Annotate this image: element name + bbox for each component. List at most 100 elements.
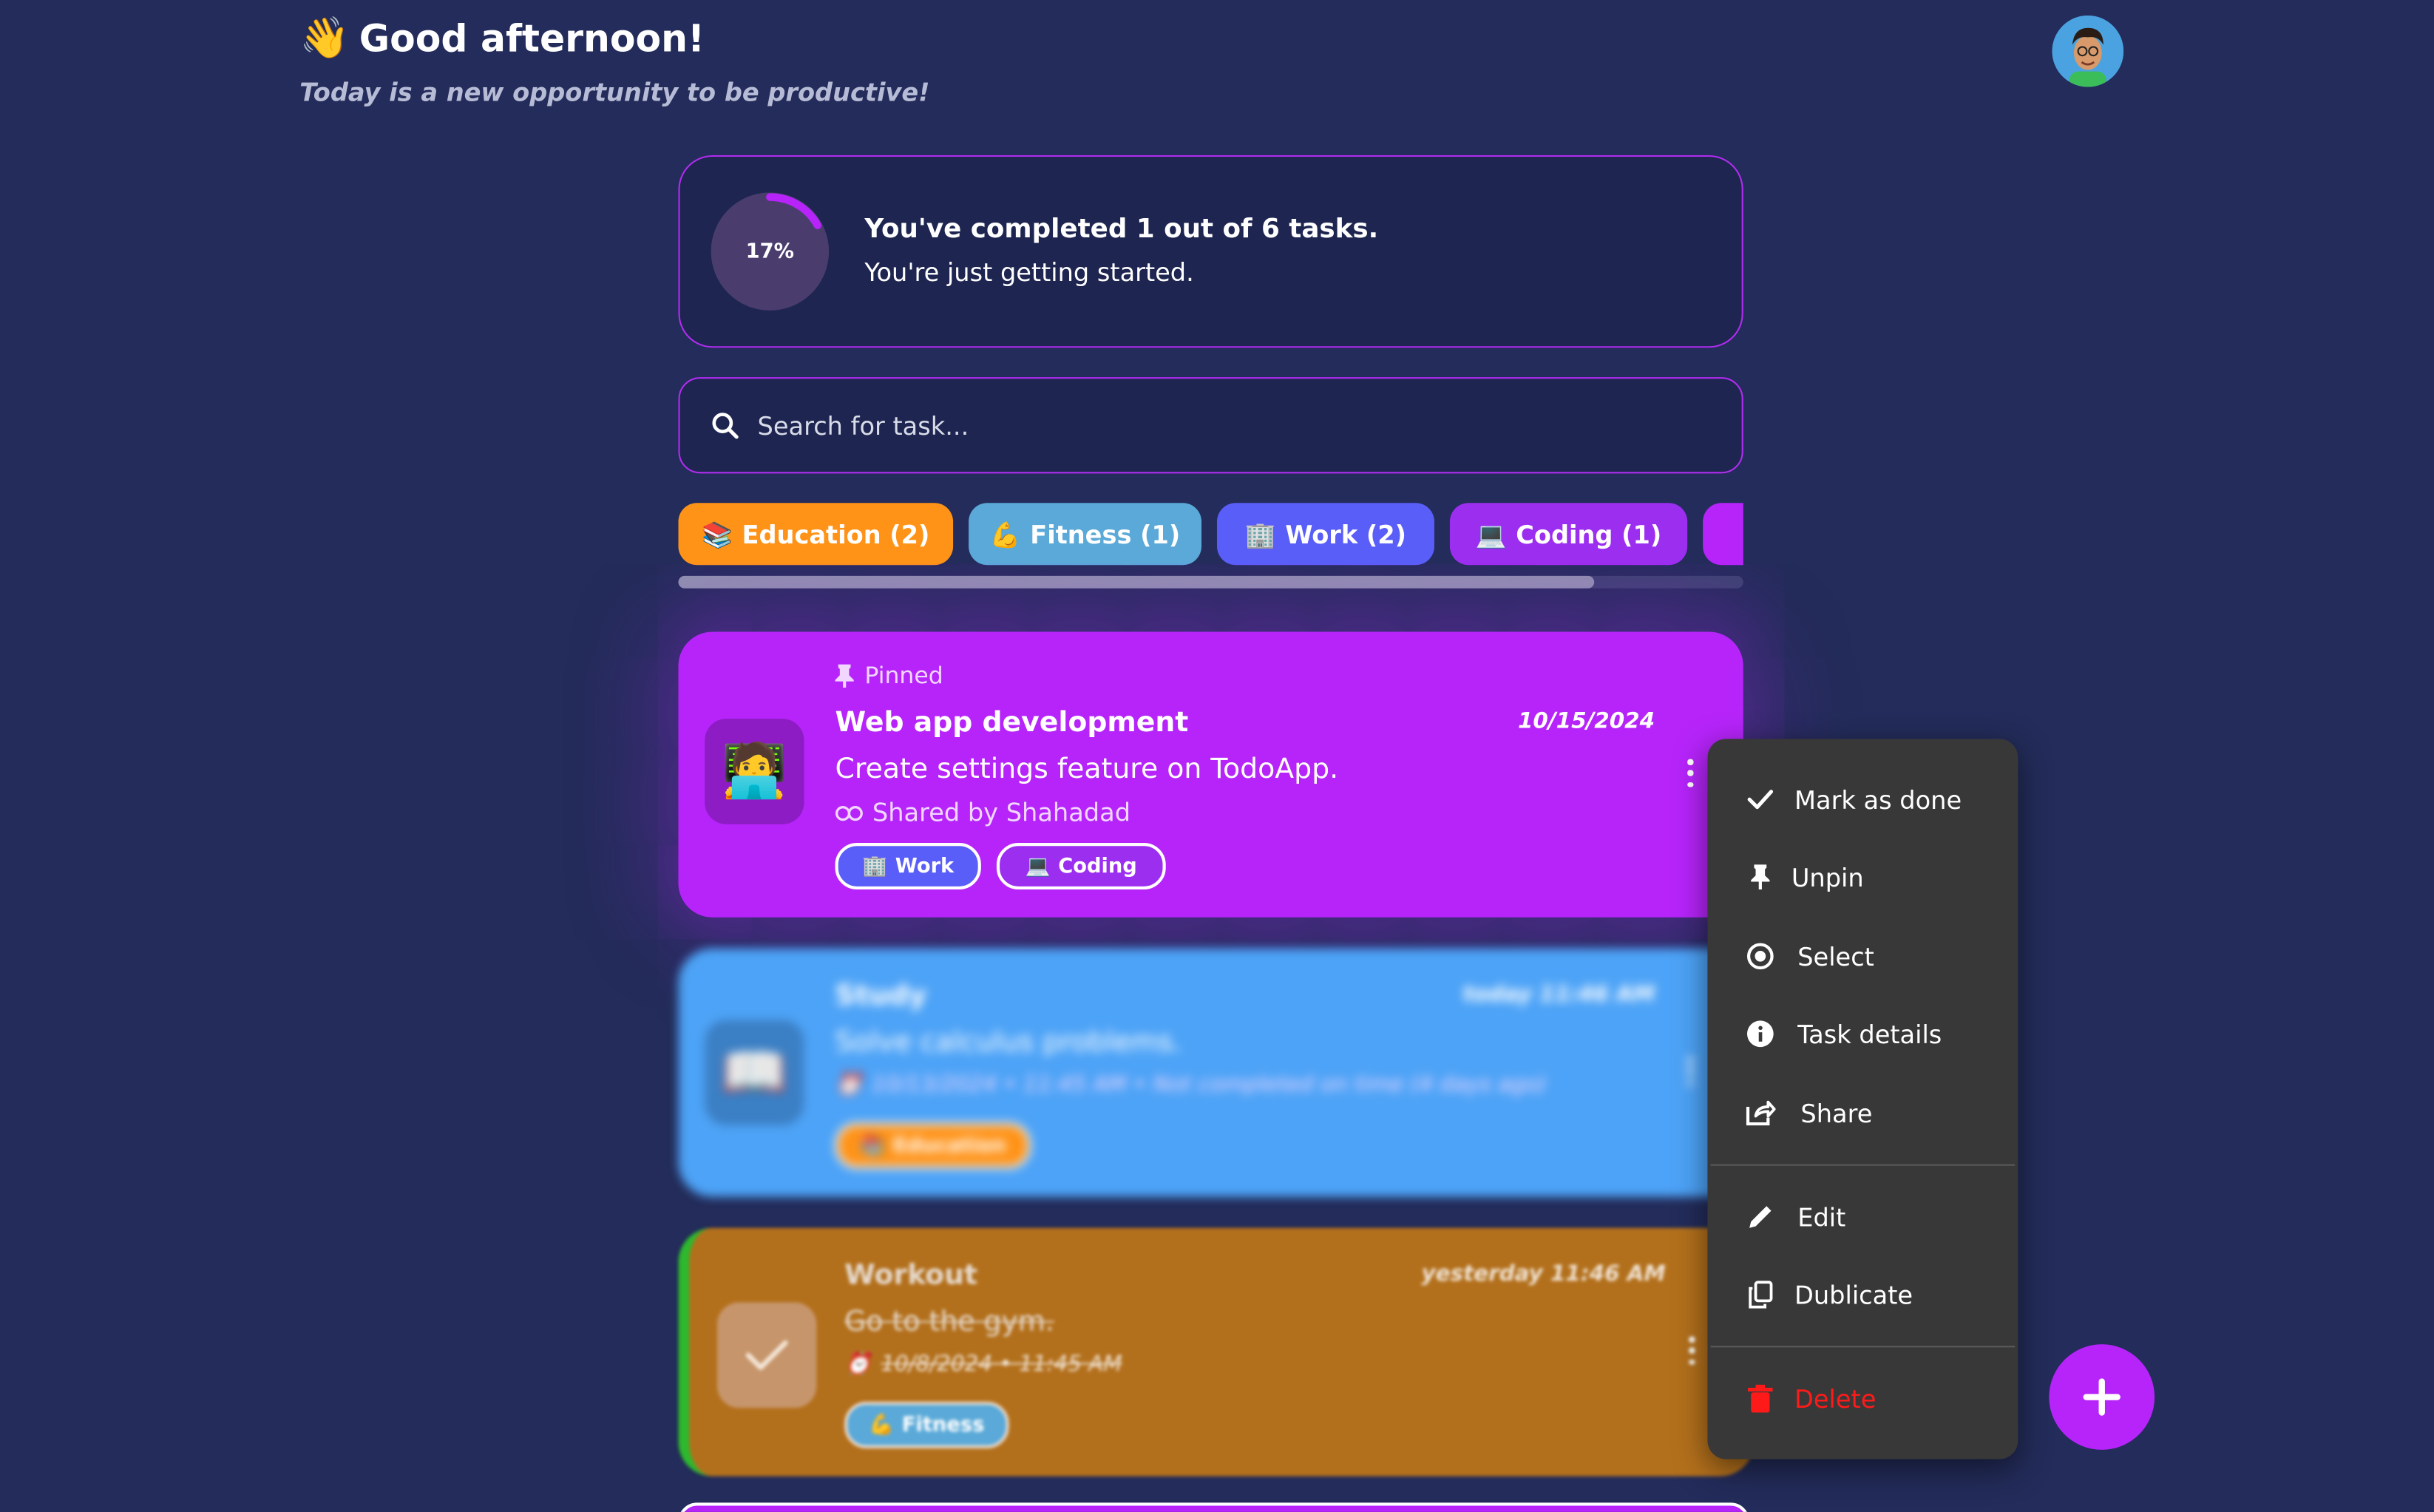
menu-item-label: Edit: [1797, 1202, 1846, 1232]
category-label: Fitness (1): [1030, 519, 1181, 549]
category-label: Work (2): [1285, 519, 1406, 549]
shared-label: Shared by Shahadad: [872, 798, 1131, 828]
menu-item-edit[interactable]: Edit: [1707, 1186, 2018, 1248]
search-input[interactable]: [754, 409, 1630, 442]
task-deadline: ⏰ 10/8/2024 • 11:45 AM: [844, 1352, 1122, 1377]
menu-divider: [1710, 1346, 2016, 1348]
pinned-indicator: Pinned: [833, 661, 943, 689]
category-chip-coding[interactable]: 💻 Coding (1): [1449, 503, 1688, 566]
avatar-icon: [2052, 15, 2124, 87]
category-chip-education[interactable]: 📚 Education (2): [678, 503, 954, 566]
task-description: Solve calculus problems.: [835, 1025, 1182, 1059]
task-title: Study: [835, 979, 927, 1012]
greeting-text: Good afternoon!: [359, 17, 705, 61]
task-card-study[interactable]: 📖 Study today 11:46 AM Solve calculus pr…: [678, 948, 1743, 1197]
progress-title: You've completed 1 out of 6 tasks.: [864, 214, 1379, 245]
books-icon: 📚: [702, 519, 733, 549]
task-tag-fitness[interactable]: 💪 Fitness: [844, 1401, 1009, 1448]
task-done-tile: [716, 1302, 817, 1408]
technologist-icon: 🧑‍💻: [721, 740, 787, 803]
trash-icon: [1742, 1380, 1779, 1417]
greeting-subtitle: Today is a new opportunity to be product…: [299, 77, 930, 107]
category-label: Coding (1): [1516, 519, 1662, 549]
menu-item-select[interactable]: Select: [1707, 925, 2018, 987]
task-emoji-tile: 📖: [705, 1020, 804, 1126]
tag-label: Education: [892, 1133, 1006, 1158]
tag-label: Coding: [1058, 854, 1137, 878]
menu-item-label: Delete: [1794, 1383, 1877, 1414]
progress-card: 17% You've completed 1 out of 6 tasks. Y…: [678, 155, 1743, 348]
task-tag-work[interactable]: 🏢 Work: [835, 843, 981, 890]
menu-item-unpin[interactable]: Unpin: [1707, 846, 2018, 908]
more-options-icon[interactable]: [1686, 1057, 1695, 1085]
menu-item-label: Mark as done: [1794, 784, 1962, 815]
pin-icon: [1742, 858, 1779, 895]
tag-label: Work: [895, 854, 955, 878]
pencil-icon: [1742, 1199, 1779, 1235]
more-options-icon[interactable]: [1687, 1336, 1697, 1365]
task-card-partial[interactable]: [678, 1502, 1750, 1512]
plus-icon: [2083, 1378, 2121, 1416]
menu-item-delete[interactable]: Delete: [1707, 1368, 2018, 1430]
task-title: Workout: [844, 1258, 978, 1292]
menu-item-duplicate[interactable]: Dublicate: [1707, 1264, 2018, 1326]
flexed-biceps-icon: 💪: [869, 1413, 895, 1437]
share-icon: [1742, 1094, 1779, 1131]
search-bar: [678, 377, 1743, 474]
check-icon: [1742, 781, 1779, 818]
task-date: 10/15/2024: [1517, 709, 1655, 735]
progress-percent: 17%: [745, 240, 795, 263]
user-avatar[interactable]: [2052, 15, 2124, 87]
progress-message: You're just getting started.: [864, 257, 1194, 288]
books-icon: 📚: [860, 1133, 886, 1158]
task-description: Create settings feature on TodoApp.: [835, 753, 1339, 786]
link-icon: [835, 805, 863, 821]
category-list: 📚 Education (2) 💪 Fitness (1) 🏢 Work (2)…: [678, 501, 1743, 569]
task-context-menu: Mark as done Unpin Select Task details S…: [1707, 739, 2018, 1460]
radio-icon: [1742, 938, 1779, 974]
task-description: Go to the gym.: [844, 1305, 1054, 1338]
pinned-label: Pinned: [864, 661, 943, 690]
info-icon: [1742, 1015, 1779, 1052]
open-book-icon: 📖: [721, 1041, 787, 1104]
task-card-workout[interactable]: Workout yesterday 11:46 AM Go to the gym…: [678, 1227, 1755, 1477]
menu-item-label: Task details: [1797, 1019, 1942, 1049]
menu-item-mark-as-done[interactable]: Mark as done: [1707, 768, 2018, 830]
menu-item-label: Unpin: [1791, 862, 1864, 892]
menu-item-label: Select: [1797, 941, 1874, 972]
office-building-icon: 🏢: [862, 854, 888, 878]
deadline-label: 10/13/2024 • 11:45 AM • Not completed on…: [871, 1072, 1547, 1098]
task-deadline: ⏰ 10/13/2024 • 11:45 AM • Not completed …: [835, 1073, 1547, 1098]
category-scrollbar-thumb[interactable]: [678, 575, 1595, 589]
menu-item-task-details[interactable]: Task details: [1707, 1003, 2018, 1065]
more-options-icon[interactable]: [1686, 759, 1695, 787]
category-chip-more[interactable]: [1703, 503, 1743, 566]
copy-icon: [1742, 1276, 1779, 1313]
category-chip-work[interactable]: 🏢 Work (2): [1217, 503, 1434, 566]
laptop-icon: 💻: [1025, 854, 1051, 878]
task-title: Web app development: [835, 706, 1189, 739]
deadline-label: 10/8/2024 • 11:45 AM: [881, 1352, 1122, 1377]
menu-item-label: Share: [1800, 1098, 1873, 1128]
task-shared: Shared by Shahadad: [835, 798, 1131, 828]
check-icon: [745, 1340, 788, 1371]
category-chip-fitness[interactable]: 💪 Fitness (1): [969, 503, 1202, 566]
tag-label: Fitness: [901, 1413, 985, 1437]
pin-icon: [835, 664, 854, 688]
task-tag-coding[interactable]: 💻 Coding: [996, 843, 1166, 890]
category-label: Education (2): [742, 519, 930, 549]
greeting-heading: 👋 Good afternoon!: [299, 16, 705, 62]
menu-item-share[interactable]: Share: [1707, 1082, 2018, 1144]
task-tag-education[interactable]: 📚 Education: [835, 1122, 1031, 1169]
task-date: today 11:46 AM: [1462, 982, 1655, 1008]
office-building-icon: 🏢: [1244, 519, 1276, 549]
menu-divider: [1710, 1164, 2016, 1166]
alarm-clock-icon: ⏰: [835, 1072, 863, 1098]
task-card-web-app-development[interactable]: 🧑‍💻 Pinned Web app development 10/15/202…: [678, 631, 1743, 918]
menu-item-label: Dublicate: [1794, 1280, 1913, 1309]
flexed-biceps-icon: 💪: [989, 519, 1021, 549]
add-task-button[interactable]: [2049, 1344, 2155, 1450]
laptop-icon: 💻: [1475, 519, 1507, 549]
task-date: yesterday 11:46 AM: [1421, 1261, 1666, 1287]
search-icon: [712, 413, 739, 439]
